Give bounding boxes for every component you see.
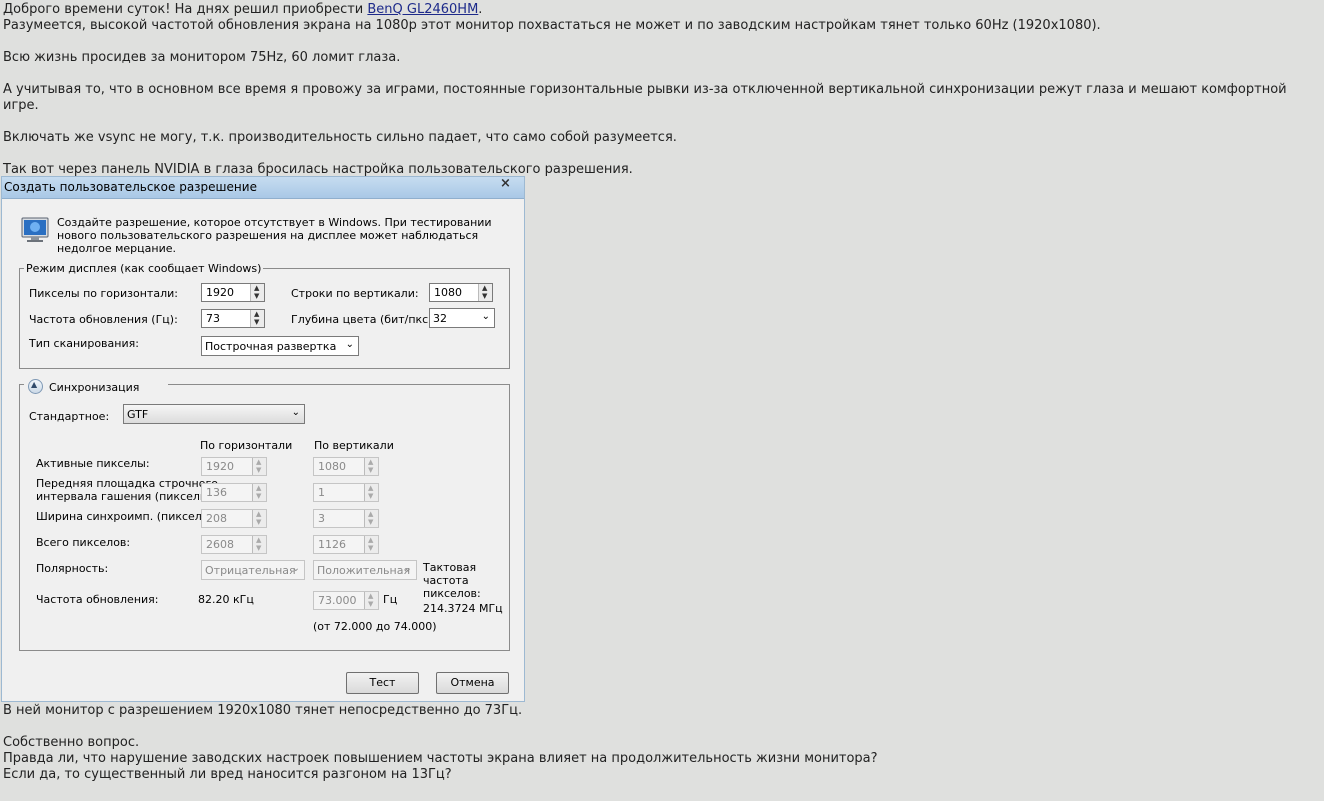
front-h-value: 136 bbox=[206, 486, 227, 499]
display-mode-legend: Режим дисплея (как сообщает Windows) bbox=[24, 262, 264, 275]
sync-refresh-label: Частота обновления: bbox=[36, 593, 159, 606]
post-line-1-text: Доброго времени суток! На днях решил при… bbox=[3, 2, 368, 17]
sync-refresh-stepper: 73.000 ▲ ▼ bbox=[313, 591, 379, 610]
pixclk-label-2: частота bbox=[423, 574, 469, 587]
total-v-value: 1126 bbox=[318, 538, 346, 551]
pixclk-label-1: Тактовая bbox=[423, 561, 477, 574]
pixclk-label-3: пикселов: bbox=[423, 587, 481, 600]
polarity-h-select: Отрицательная ⌄ bbox=[201, 560, 305, 580]
collapse-icon[interactable]: ▲ bbox=[28, 379, 43, 394]
depth-select[interactable]: 32 ⌄ bbox=[429, 308, 495, 328]
sync-legend: Синхронизация bbox=[49, 381, 140, 394]
col-horizontal: По горизонтали bbox=[200, 439, 293, 452]
test-button[interactable]: Тест bbox=[346, 672, 419, 694]
post-line-5: Включать же vsync не могу, т.к. производ… bbox=[3, 130, 677, 145]
hpx-label: Пикселы по горизонтали: bbox=[29, 287, 178, 300]
post-line-1-suffix: . bbox=[478, 2, 483, 17]
front-porch-label-2: интервала гашения (пикселы): bbox=[36, 490, 217, 503]
active-label: Активные пикселы: bbox=[36, 457, 150, 470]
col-vertical: По вертикали bbox=[314, 439, 394, 452]
dialog-title: Создать пользовательское разрешение bbox=[4, 180, 257, 194]
active-v-value: 1080 bbox=[318, 460, 346, 473]
monitor-icon bbox=[21, 217, 49, 243]
spin-arrows: ▲ ▼ bbox=[364, 510, 378, 527]
total-v-stepper: 1126 ▲ ▼ bbox=[313, 535, 379, 554]
standard-select[interactable]: GTF ⌄ bbox=[123, 404, 305, 424]
post-after-2: Собственно вопрос. bbox=[3, 735, 140, 750]
active-h-stepper: 1920 ▲ ▼ bbox=[201, 457, 267, 476]
active-v-stepper: 1080 ▲ ▼ bbox=[313, 457, 379, 476]
spin-arrows: ▲ ▼ bbox=[252, 484, 266, 501]
chevron-down-icon: ⌄ bbox=[345, 339, 354, 350]
vlines-label: Строки по вертикали: bbox=[291, 287, 419, 300]
depth-value: 32 bbox=[433, 312, 447, 325]
sync-refresh-value: 73.000 bbox=[318, 594, 357, 607]
chevron-down-icon: ⌄ bbox=[403, 563, 412, 574]
chevron-down-icon: ⌄ bbox=[291, 563, 300, 574]
spin-arrows: ▲ ▼ bbox=[364, 592, 378, 609]
post-line-4: А учитывая то, что в основном все время … bbox=[3, 82, 1291, 113]
polarity-h-value: Отрицательная bbox=[205, 564, 296, 577]
total-label: Всего пикселов: bbox=[36, 536, 131, 549]
refresh-label: Частота обновления (Гц): bbox=[29, 313, 178, 326]
polarity-v-select: Положительная ⌄ bbox=[313, 560, 417, 580]
standard-label: Стандартное: bbox=[29, 410, 110, 423]
refresh-stepper[interactable]: 73 ▲ ▼ bbox=[201, 309, 265, 328]
post-line-2: Разумеется, высокой частотой обновления … bbox=[3, 18, 1101, 33]
front-h-stepper: 136 ▲ ▼ bbox=[201, 483, 267, 502]
active-h-value: 1920 bbox=[206, 460, 234, 473]
front-v-stepper: 1 ▲ ▼ bbox=[313, 483, 379, 502]
sync-width-label: Ширина синхроимп. (пикселы): bbox=[36, 510, 219, 523]
scan-label: Тип сканирования: bbox=[29, 337, 139, 350]
front-v-value: 1 bbox=[318, 486, 325, 499]
refresh-value: 73 bbox=[206, 312, 220, 325]
hz-unit: Гц bbox=[383, 593, 398, 606]
post-line-3: Всю жизнь просидев за монитором 75Hz, 60… bbox=[3, 50, 401, 65]
polarity-label: Полярность: bbox=[36, 562, 109, 575]
vlines-value: 1080 bbox=[434, 286, 462, 299]
spin-arrows: ▲ ▼ bbox=[364, 458, 378, 475]
dialog-titlebar: Создать пользовательское разрешение × bbox=[2, 176, 524, 199]
total-h-value: 2608 bbox=[206, 538, 234, 551]
dialog-intro: Создайте разрешение, которое отсутствует… bbox=[57, 216, 492, 255]
width-h-value: 208 bbox=[206, 512, 227, 525]
close-icon[interactable]: × bbox=[500, 176, 511, 191]
hfreq-value: 82.20 кГц bbox=[198, 593, 254, 606]
refresh-spin-arrows[interactable]: ▲ ▼ bbox=[250, 310, 264, 327]
hpx-value: 1920 bbox=[206, 286, 234, 299]
standard-value: GTF bbox=[127, 408, 149, 421]
vlines-stepper[interactable]: 1080 ▲ ▼ bbox=[429, 283, 493, 302]
front-porch-label-1: Передняя площадка строчного bbox=[36, 477, 218, 490]
hpx-spin-arrows[interactable]: ▲ ▼ bbox=[250, 284, 264, 301]
post-line-1: Доброго времени суток! На днях решил при… bbox=[3, 2, 1321, 18]
pixclk-value: 214.3724 МГц bbox=[423, 602, 503, 615]
post-after-4: Если да, то существенный ли вред наносит… bbox=[3, 767, 452, 782]
cancel-button[interactable]: Отмена bbox=[436, 672, 509, 694]
width-v-stepper: 3 ▲ ▼ bbox=[313, 509, 379, 528]
benq-link[interactable]: BenQ GL2460HM bbox=[367, 2, 478, 17]
depth-label: Глубина цвета (бит/пкс): bbox=[291, 313, 437, 326]
spin-arrows: ▲ ▼ bbox=[364, 484, 378, 501]
spin-arrows: ▲ ▼ bbox=[252, 536, 266, 553]
post-text-top: Доброго времени суток! На днях решил при… bbox=[3, 2, 1321, 178]
vlines-spin-arrows[interactable]: ▲ ▼ bbox=[478, 284, 492, 301]
spin-arrows: ▲ ▼ bbox=[364, 536, 378, 553]
scan-value: Построчная развертка bbox=[205, 340, 337, 353]
scan-select[interactable]: Построчная развертка ⌄ bbox=[201, 336, 359, 356]
total-h-stepper: 2608 ▲ ▼ bbox=[201, 535, 267, 554]
post-after-3: Правда ли, что нарушение заводских настр… bbox=[3, 751, 878, 766]
width-v-value: 3 bbox=[318, 512, 325, 525]
refresh-range: (от 72.000 до 74.000) bbox=[313, 620, 437, 633]
post-text-bottom: В ней монитор с разрешением 1920x1080 тя… bbox=[3, 703, 1321, 783]
chevron-down-icon: ⌄ bbox=[291, 407, 300, 418]
spin-arrows: ▲ ▼ bbox=[252, 510, 266, 527]
chevron-down-icon: ⌄ bbox=[481, 311, 490, 322]
hpx-stepper[interactable]: 1920 ▲ ▼ bbox=[201, 283, 265, 302]
polarity-v-value: Положительная bbox=[317, 564, 411, 577]
spin-arrows: ▲ ▼ bbox=[252, 458, 266, 475]
post-after-1: В ней монитор с разрешением 1920x1080 тя… bbox=[3, 703, 523, 718]
width-h-stepper: 208 ▲ ▼ bbox=[201, 509, 267, 528]
custom-resolution-dialog: Создать пользовательское разрешение × Со… bbox=[1, 176, 525, 702]
